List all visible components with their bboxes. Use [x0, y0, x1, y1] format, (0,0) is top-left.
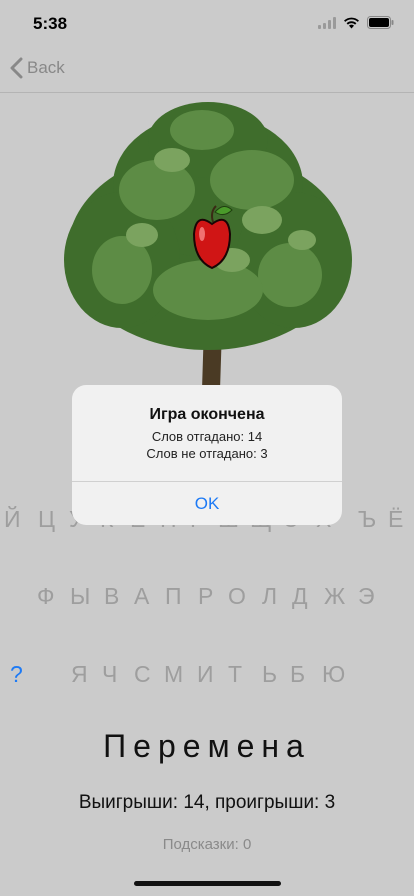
alert-message-guessed: Слов отгадано: 14: [151, 429, 263, 444]
game-over-alert: Игра окончена Слов отгадано: 14 Слов не …: [72, 385, 342, 525]
alert-message-not-guessed: Слов не отгадано: 3: [146, 446, 268, 461]
alert-title: Игра окончена: [149, 406, 265, 423]
ok-button[interactable]: OK: [72, 482, 342, 525]
